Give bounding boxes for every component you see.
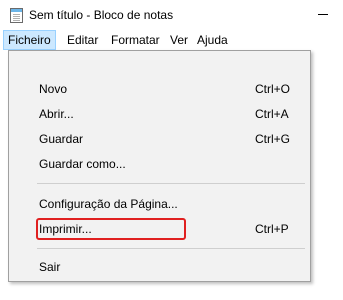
menu-item-label: Sair: [39, 260, 61, 274]
menu-item-novo[interactable]: Novo Ctrl+O: [9, 78, 310, 100]
menu-item-label: Configuração da Página...: [39, 197, 178, 211]
menu-item-configuracao-pagina[interactable]: Configuração da Página...: [9, 193, 310, 215]
menu-item-guardar-como[interactable]: Guardar como...: [9, 153, 310, 175]
minimize-button[interactable]: [308, 0, 343, 30]
menu-item-label: Novo: [39, 82, 68, 96]
menu-formatar[interactable]: Formatar: [107, 30, 164, 50]
menu-item-label: Guardar como...: [39, 157, 126, 171]
menu-bar: Ficheiro Editar Formatar Ver Ajuda: [0, 30, 343, 50]
menu-item-label: Abrir...: [39, 107, 74, 121]
title-bar: Sem título - Bloco de notas: [0, 0, 343, 30]
menu-separator: [37, 183, 305, 184]
menu-ficheiro[interactable]: Ficheiro: [3, 30, 56, 50]
menu-item-label: Guardar: [39, 132, 84, 146]
menu-ver[interactable]: Ver: [166, 30, 192, 50]
menu-item-shortcut: Ctrl+A: [255, 107, 289, 121]
menu-ajuda[interactable]: Ajuda: [193, 30, 232, 50]
menu-item-abrir[interactable]: Abrir... Ctrl+A: [9, 103, 310, 125]
menu-item-shortcut: Ctrl+O: [255, 82, 291, 96]
menu-item-sair[interactable]: Sair: [9, 256, 310, 278]
notepad-icon: [10, 8, 23, 23]
window-title: Sem título - Bloco de notas: [29, 8, 174, 22]
menu-item-shortcut: Ctrl+P: [255, 222, 289, 236]
file-dropdown-menu: Novo Ctrl+O Abrir... Ctrl+A Guardar Ctrl…: [8, 50, 311, 282]
highlight-box: [36, 218, 186, 240]
menu-item-shortcut: Ctrl+G: [255, 132, 291, 146]
menu-editar[interactable]: Editar: [63, 30, 102, 50]
menu-separator: [37, 248, 305, 249]
menu-item-guardar[interactable]: Guardar Ctrl+G: [9, 128, 310, 150]
